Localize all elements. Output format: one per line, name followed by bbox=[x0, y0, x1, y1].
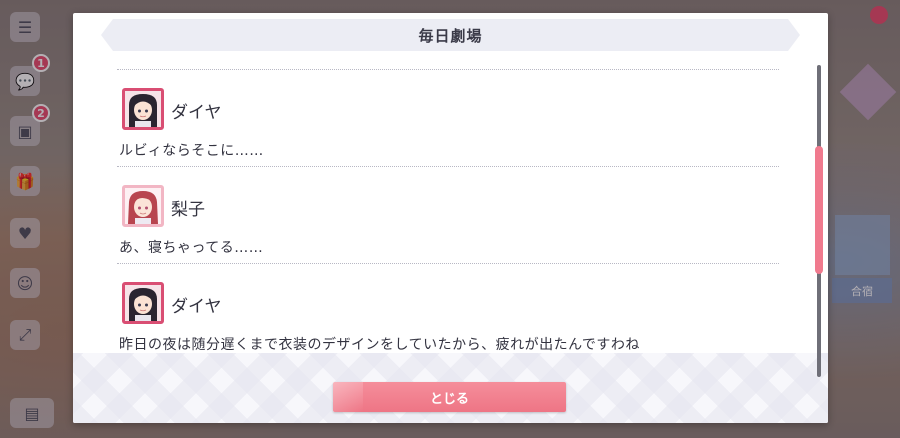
dialog-title: 毎日劇場 bbox=[418, 26, 483, 45]
dialogue-line: ルビィならそこに…… bbox=[119, 143, 264, 159]
dia-avatar bbox=[122, 282, 164, 324]
riko-avatar bbox=[122, 185, 164, 227]
dialogue-entry: 梨子 あ、寝ちゃってる…… bbox=[117, 167, 779, 264]
daily-theater-dialog: 毎日劇場 ダイヤ ルビィならそこに…… 梨子 あ、寝ちゃってる…… ダイヤ 昨日… bbox=[73, 13, 828, 423]
dialogue-entry: ダイヤ 昨日の夜は随分遅くまで衣装のデザインをしていたから、疲れが出たんですわね bbox=[117, 264, 779, 360]
speaker-name: ダイヤ bbox=[171, 103, 222, 123]
scrollbar-thumb[interactable] bbox=[815, 146, 823, 274]
dialogue-entry: ダイヤ ルビィならそこに…… bbox=[117, 70, 779, 167]
dialogue-line: 昨日の夜は随分遅くまで衣装のデザインをしていたから、疲れが出たんですわね bbox=[119, 337, 640, 353]
dialogue-list: ダイヤ ルビィならそこに…… 梨子 あ、寝ちゃってる…… ダイヤ 昨日の夜は随分… bbox=[117, 69, 779, 360]
close-button[interactable]: とじる bbox=[333, 382, 566, 412]
title-bar: 毎日劇場 bbox=[101, 19, 800, 51]
speaker-name: ダイヤ bbox=[171, 297, 222, 317]
speaker-name: 梨子 bbox=[171, 200, 205, 220]
dia-avatar bbox=[122, 88, 164, 130]
dialogue-line: あ、寝ちゃってる…… bbox=[119, 240, 264, 256]
